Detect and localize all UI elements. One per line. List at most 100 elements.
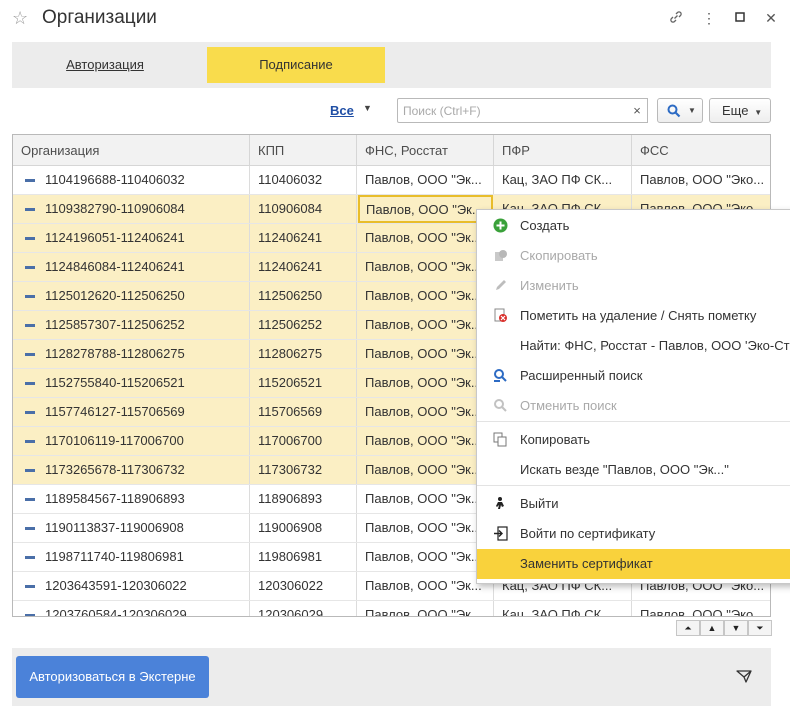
cell-kpp[interactable]: 112406241	[250, 253, 357, 281]
menu-item[interactable]: Искать везде "Павлов, ООО "Эк..."	[477, 455, 790, 485]
cell-fns[interactable]: Павлов, ООО "Эк...	[357, 398, 494, 426]
search-button[interactable]: ▼	[657, 98, 703, 123]
cell-organization[interactable]: 1157746127-115706569	[13, 398, 250, 426]
cell-text: 112806275	[258, 346, 323, 361]
cell-organization[interactable]: 1125857307-112506252	[13, 311, 250, 339]
more-vertical-icon[interactable]: ⋮	[700, 9, 718, 27]
cell-organization[interactable]: 1203760584-120306029	[13, 601, 250, 617]
cell-kpp[interactable]: 115206521	[250, 369, 357, 397]
menu-item[interactable]: Копировать	[477, 425, 790, 455]
cell-kpp[interactable]: 115706569	[250, 398, 357, 426]
cell-organization[interactable]: 1128278788-112806275	[13, 340, 250, 368]
cell-kpp[interactable]: 110406032	[250, 166, 357, 194]
menu-item[interactable]: Расширенный поиск	[477, 361, 790, 391]
cell-fns[interactable]: Павлов, ООО "Эк...	[357, 166, 494, 194]
cell-pfr[interactable]: Кац, ЗАО ПФ СК...	[494, 166, 632, 194]
cell-pfr[interactable]: Кац, ЗАО ПФ СК...	[494, 601, 632, 616]
cell-kpp[interactable]: 120306022	[250, 572, 357, 600]
cell-kpp[interactable]: 112406241	[250, 224, 357, 252]
cell-fns[interactable]: Павлов, ООО "Эк...	[357, 311, 494, 339]
cell-fns[interactable]: Павлов, ООО "Эк...	[357, 514, 494, 542]
cell-organization[interactable]: 1198711740-119806981	[13, 543, 250, 571]
cell-organization[interactable]: 1190113837-119006908	[13, 514, 250, 542]
cell-organization[interactable]: 1173265678-117306732	[13, 456, 250, 484]
cell-organization[interactable]: 1109382790-110906084	[13, 195, 250, 223]
menu-item[interactable]: Выйти	[477, 489, 790, 519]
cell-fns[interactable]: Павлов, ООО "Эк...	[357, 427, 494, 455]
cell-fns[interactable]: Павлов, ООО "Эк...	[358, 195, 493, 223]
menu-item[interactable]: Заменить сертификат	[477, 549, 790, 579]
table-row[interactable]: 1203760584-120306029 120306029 Павлов, ООО…	[13, 601, 770, 617]
cell-fns[interactable]: Павлов, ООО "Эк...	[357, 543, 494, 571]
scroll-first-button[interactable]: ⏶	[676, 620, 700, 636]
column-header-kpp[interactable]: КПП	[250, 135, 357, 166]
more-button[interactable]: Еще ▼	[709, 98, 771, 123]
maximize-icon[interactable]	[731, 9, 749, 27]
send-icon[interactable]	[736, 668, 752, 689]
cell-fns[interactable]: Павлов, ООО "Эк...	[357, 282, 494, 310]
column-header-organization[interactable]: Организация	[13, 135, 250, 166]
search-clear-button[interactable]: ×	[627, 98, 648, 123]
menu-item[interactable]: Создать	[477, 211, 790, 241]
cell-organization[interactable]: 1125012620-112506250	[13, 282, 250, 310]
scroll-up-button[interactable]: ▲	[700, 620, 724, 636]
cell-text: 1128278788-112806275	[45, 346, 185, 361]
cell-kpp[interactable]: 119806981	[250, 543, 357, 571]
cell-organization[interactable]: 1104196688-110406032	[13, 166, 250, 194]
cell-text: 117306732	[258, 462, 323, 477]
cell-fns[interactable]: Павлов, ООО "Эк...	[357, 572, 494, 600]
menu-item[interactable]: Пометить на удаление / Снять пометку	[477, 301, 790, 331]
cell-kpp[interactable]: 117006700	[250, 427, 357, 455]
menu-item[interactable]: Войти по сертификату	[477, 519, 790, 549]
cell-kpp[interactable]: 119006908	[250, 514, 357, 542]
cell-organization[interactable]: 1124846084-112406241	[13, 253, 250, 281]
cell-organization[interactable]: 1203643591-120306022	[13, 572, 250, 600]
cell-organization[interactable]: 1124196051-112406241	[13, 224, 250, 252]
tab-signing[interactable]: Подписание	[207, 47, 385, 83]
cell-kpp[interactable]: 112806275	[250, 340, 357, 368]
favorite-star-icon[interactable]: ☆	[12, 8, 28, 28]
cell-fns[interactable]: Павлов, ООО "Эк...	[357, 224, 494, 252]
table-row[interactable]: 1104196688-110406032 110406032 Павлов, ООО…	[13, 166, 770, 195]
column-header-fss[interactable]: ФСС	[632, 135, 770, 166]
cell-fss[interactable]: Павлов, ООО "Эко...	[632, 166, 770, 194]
cell-kpp[interactable]: 110906084	[250, 195, 357, 223]
authorize-extern-button[interactable]: Авторизоваться в Экстерне	[16, 656, 209, 698]
row-item-icon	[25, 411, 35, 414]
cell-organization[interactable]: 1152755840-115206521	[13, 369, 250, 397]
cell-fns[interactable]: Павлов, ООО "Эк...	[357, 369, 494, 397]
cell-fns[interactable]: Павлов, ООО "Эк...	[357, 485, 494, 513]
cell-kpp[interactable]: 120306029	[250, 601, 357, 616]
cell-fns[interactable]: Павлов, ООО "Эк...	[357, 340, 494, 368]
cell-organization[interactable]: 1189584567-118906893	[13, 485, 250, 513]
column-header-fns[interactable]: ФНС, Росстат	[357, 135, 494, 166]
cell-fss[interactable]: Павлов, ООО "Эко...	[632, 601, 770, 616]
menu-separator	[477, 485, 790, 486]
cell-text: 1124196051-112406241	[45, 230, 185, 245]
cell-text: Павлов, ООО "Эк...	[366, 202, 483, 217]
search-input[interactable]: Поиск (Ctrl+F)	[397, 98, 628, 123]
column-header-pfr[interactable]: ПФР	[494, 135, 632, 166]
cell-kpp[interactable]: 117306732	[250, 456, 357, 484]
cell-kpp[interactable]: 112506252	[250, 311, 357, 339]
close-icon[interactable]: ✕	[762, 9, 780, 27]
cell-fns[interactable]: Павлов, ООО "Эк...	[357, 456, 494, 484]
scroll-last-button[interactable]: ⏷	[748, 620, 772, 636]
menu-item-label: Расширенный поиск	[520, 368, 643, 383]
cell-fns[interactable]: Павлов, ООО "Эк...	[357, 601, 494, 616]
tab-authorization[interactable]: Авторизация	[12, 47, 198, 83]
cell-text: 1203760584-120306029	[45, 607, 187, 617]
cell-text: 1190113837-119006908	[45, 520, 184, 535]
cell-kpp[interactable]: 112506250	[250, 282, 357, 310]
scroll-down-button[interactable]: ▼	[724, 620, 748, 636]
filter-dropdown-icon[interactable]: ▼	[363, 103, 372, 113]
menu-item[interactable]: Найти: ФНС, Росстат - Павлов, ООО 'Эко-С…	[477, 331, 790, 361]
link-icon[interactable]	[667, 9, 685, 27]
cell-fns[interactable]: Павлов, ООО "Эк...	[357, 253, 494, 281]
cell-kpp[interactable]: 118906893	[250, 485, 357, 513]
magnifier-icon	[667, 104, 681, 118]
cell-organization[interactable]: 1170106119-117006700	[13, 427, 250, 455]
filter-all-link[interactable]: Все	[330, 103, 354, 118]
menu-item-label: Войти по сертификату	[520, 526, 656, 541]
cell-text: 1170106119-117006700	[45, 433, 184, 448]
